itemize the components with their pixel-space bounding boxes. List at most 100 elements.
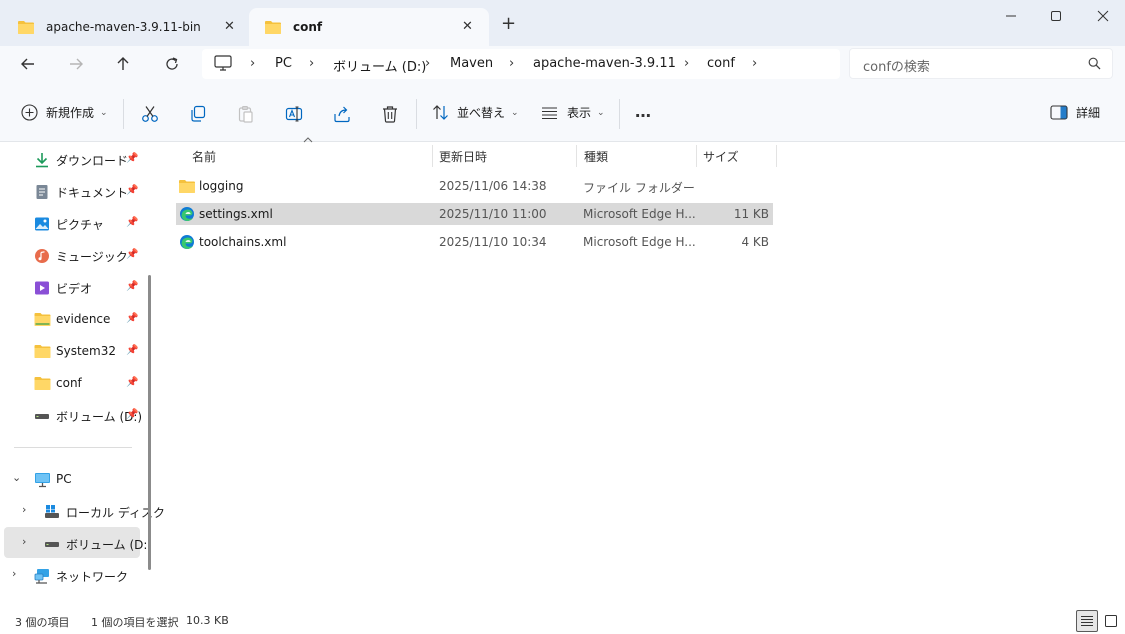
- pin-icon[interactable]: 📌: [126, 345, 138, 356]
- address-bar[interactable]: [202, 49, 840, 79]
- breadcrumb-conf[interactable]: conf: [707, 56, 735, 71]
- details-pane-icon: [1050, 105, 1068, 120]
- close-window-button[interactable]: [1090, 5, 1116, 27]
- sidebar-item-network[interactable]: › ネットワーク: [0, 561, 140, 589]
- rename-button[interactable]: [285, 105, 303, 123]
- pin-icon[interactable]: 📌: [126, 281, 138, 292]
- paste-button[interactable]: [237, 105, 255, 123]
- breadcrumb-apache-maven[interactable]: apache-maven-3.9.11: [533, 56, 676, 71]
- view-button[interactable]: 表示 ⌄: [541, 104, 605, 121]
- sidebar-item-videos[interactable]: ビデオ 📌: [0, 273, 140, 301]
- breadcrumb-separator: ›: [309, 56, 315, 71]
- file-row-toolchains-xml[interactable]: toolchains.xml 2025/11/10 10:34 Microsof…: [176, 231, 773, 253]
- network-icon: [34, 568, 51, 584]
- tab-close-button[interactable]: ✕: [462, 19, 473, 34]
- pin-icon[interactable]: 📌: [126, 313, 138, 324]
- file-row-settings-xml[interactable]: settings.xml 2025/11/10 11:00 Microsoft …: [176, 203, 773, 225]
- navigation-scrollbar[interactable]: [148, 275, 151, 570]
- sidebar-item-label: ダウンロード: [56, 154, 129, 168]
- details-view-button[interactable]: [1076, 610, 1098, 632]
- sidebar-item-conf[interactable]: conf 📌: [0, 369, 140, 397]
- navigation-divider: [14, 447, 132, 448]
- column-divider[interactable]: [432, 145, 433, 167]
- breadcrumb-maven[interactable]: Maven: [450, 56, 493, 71]
- folder-icon: [34, 312, 51, 326]
- sidebar-item-local-disk[interactable]: › ローカル ディスク: [10, 497, 165, 525]
- sidebar-item-label: PC: [56, 472, 72, 486]
- pin-icon[interactable]: 📌: [126, 153, 138, 164]
- file-row-logging[interactable]: logging 2025/11/06 14:38 ファイル フォルダー: [176, 175, 773, 197]
- pin-icon[interactable]: 📌: [126, 409, 138, 420]
- drive-icon: [44, 536, 60, 552]
- breadcrumb-volume-d[interactable]: ボリューム (D:): [333, 56, 426, 75]
- sort-button[interactable]: 並べ替え ⌄: [432, 104, 519, 121]
- computer-icon: [214, 55, 232, 71]
- column-header-date[interactable]: 更新日時: [439, 148, 487, 165]
- cut-button[interactable]: [141, 105, 159, 123]
- minimize-icon: [1006, 15, 1016, 17]
- chevron-right-icon[interactable]: ›: [12, 567, 16, 580]
- more-options-button[interactable]: …: [635, 102, 651, 121]
- trash-icon: [383, 106, 397, 123]
- back-button[interactable]: [15, 51, 41, 77]
- folder-icon: [34, 344, 51, 358]
- breadcrumb-separator: ›: [684, 56, 690, 71]
- sidebar-item-pictures[interactable]: ピクチャ 📌: [0, 209, 140, 237]
- sidebar-item-downloads[interactable]: ダウンロード 📌: [0, 145, 140, 173]
- copy-button[interactable]: [189, 105, 207, 123]
- column-header-type[interactable]: 種類: [584, 148, 608, 165]
- tiles-view-icon: [1105, 615, 1117, 627]
- column-divider[interactable]: [776, 145, 777, 167]
- sort-label: 並べ替え: [457, 106, 506, 120]
- tab-close-button[interactable]: ✕: [224, 19, 235, 34]
- tiles-view-button[interactable]: [1102, 612, 1120, 630]
- tab-conf[interactable]: conf ✕: [249, 8, 489, 46]
- tab-label: conf: [293, 20, 323, 34]
- pin-icon[interactable]: 📌: [126, 249, 138, 260]
- delete-button[interactable]: [381, 105, 399, 123]
- up-button[interactable]: [110, 51, 136, 77]
- new-tab-button[interactable]: +: [501, 13, 516, 34]
- video-icon: [34, 280, 50, 296]
- pc-icon: [34, 472, 51, 488]
- share-button[interactable]: [333, 105, 351, 123]
- sidebar-item-evidence[interactable]: evidence 📌: [0, 305, 140, 333]
- column-header-size[interactable]: サイズ: [703, 148, 739, 165]
- sidebar-item-music[interactable]: ミュージック 📌: [0, 241, 140, 269]
- rename-icon: [285, 106, 303, 122]
- arrow-up-icon: [117, 57, 129, 70]
- sidebar-item-label: ドキュメント: [56, 186, 129, 200]
- maximize-button[interactable]: [1043, 5, 1069, 27]
- sidebar-item-system32[interactable]: System32 📌: [0, 337, 140, 365]
- sidebar-item-volume-d-tree[interactable]: › ボリューム (D:): [10, 529, 152, 557]
- column-divider[interactable]: [576, 145, 577, 167]
- column-header-name[interactable]: 名前: [192, 148, 216, 165]
- file-type: ファイル フォルダー: [583, 181, 695, 195]
- refresh-button[interactable]: [159, 51, 185, 77]
- chevron-right-icon[interactable]: ›: [22, 503, 26, 516]
- chevron-down-icon[interactable]: ⌄: [12, 471, 21, 484]
- column-divider[interactable]: [696, 145, 697, 167]
- sort-icon: [432, 104, 449, 121]
- close-icon: [1097, 10, 1109, 22]
- sidebar-item-pc[interactable]: ⌄ PC: [0, 465, 140, 493]
- pin-icon[interactable]: 📌: [126, 377, 138, 388]
- pin-icon[interactable]: 📌: [126, 217, 138, 228]
- breadcrumb-pc[interactable]: PC: [275, 56, 292, 71]
- sidebar-item-volume-d[interactable]: ボリューム (D:) 📌: [0, 401, 142, 429]
- refresh-icon: [166, 57, 178, 70]
- details-pane-button[interactable]: 詳細: [1050, 104, 1100, 121]
- file-date: 2025/11/06 14:38: [439, 179, 547, 193]
- pin-icon[interactable]: 📌: [126, 185, 138, 196]
- chevron-right-icon[interactable]: ›: [22, 535, 26, 548]
- pictures-icon: [34, 216, 50, 232]
- sidebar-item-documents[interactable]: ドキュメント 📌: [0, 177, 140, 205]
- details-view-icon: [1081, 616, 1093, 626]
- new-button[interactable]: 新規作成 ⌄: [21, 104, 108, 121]
- forward-button[interactable]: [63, 51, 89, 77]
- file-name: toolchains.xml: [199, 235, 287, 249]
- tab-apache-maven[interactable]: apache-maven-3.9.11-bin ✕: [2, 8, 246, 46]
- sidebar-item-label: evidence: [56, 312, 111, 326]
- minimize-button[interactable]: [998, 5, 1024, 27]
- arrow-left-icon: [21, 58, 34, 70]
